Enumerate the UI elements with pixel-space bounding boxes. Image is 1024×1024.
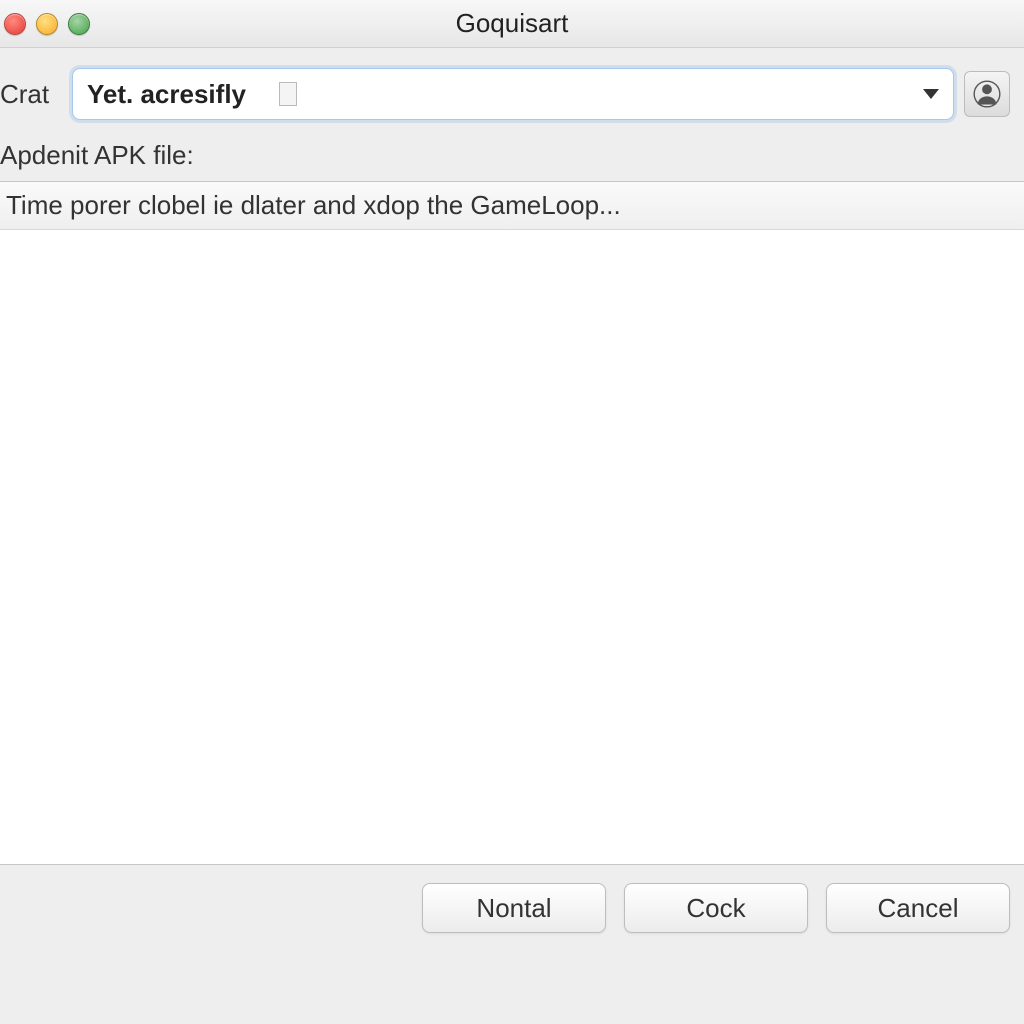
chevron-down-icon <box>923 89 939 99</box>
close-window-button[interactable] <box>4 13 26 35</box>
apk-file-label: Apdenit APK file: <box>0 134 1024 181</box>
titlebar: Goquisart <box>0 0 1024 48</box>
cock-button[interactable]: Cock <box>624 883 808 933</box>
apk-file-list[interactable]: Time porer clobel ie dlater and xdop the… <box>0 181 1024 865</box>
crat-label: Crat <box>0 79 62 110</box>
combo-wrap: Yet. acresifly <box>72 68 954 120</box>
toolbar-row: Crat Yet. acresifly <box>0 48 1024 134</box>
window-title: Goquisart <box>0 8 1024 39</box>
combo-cursor-marker <box>279 82 297 106</box>
window-controls <box>0 13 90 35</box>
profile-icon <box>973 80 1001 108</box>
crat-combobox-value: Yet. acresifly <box>87 79 246 110</box>
cancel-button[interactable]: Cancel <box>826 883 1010 933</box>
profile-button[interactable] <box>964 71 1010 117</box>
nontal-button[interactable]: Nontal <box>422 883 606 933</box>
zoom-window-button[interactable] <box>68 13 90 35</box>
dialog-button-row: Nontal Cock Cancel <box>0 865 1024 951</box>
crat-combobox[interactable]: Yet. acresifly <box>72 68 954 120</box>
list-header: Time porer clobel ie dlater and xdop the… <box>0 182 1024 230</box>
minimize-window-button[interactable] <box>36 13 58 35</box>
